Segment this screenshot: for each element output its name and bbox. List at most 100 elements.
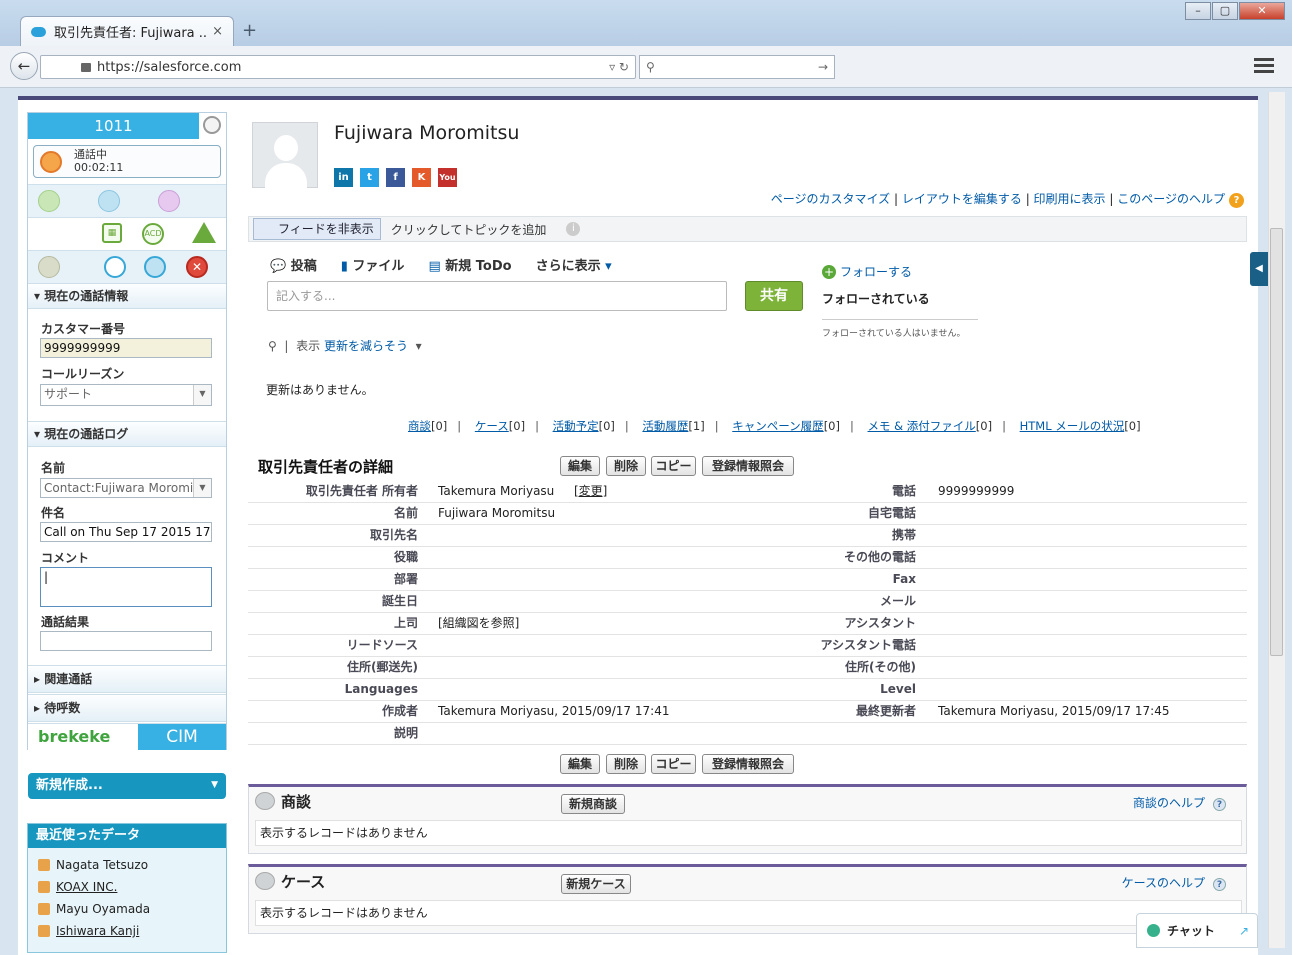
result-field[interactable] [40, 631, 212, 651]
name-value: Contact:Fujiwara Moromitsu [44, 481, 212, 495]
keypad-icon[interactable]: ▦ [102, 223, 122, 243]
twitter-icon[interactable]: t [360, 168, 379, 187]
minimize-icon[interactable]: – [1185, 2, 1211, 20]
customer-no-field[interactable]: 9999999999 [40, 338, 212, 358]
opportunities-help-link[interactable]: 商談のヘルプ? [1133, 794, 1226, 811]
field-label: 電話 [891, 484, 916, 498]
related-calls-section[interactable]: ▸ 関連通話 [28, 665, 226, 693]
share-button[interactable]: 共有 [745, 281, 803, 311]
waiting-calls-section[interactable]: ▸ 待呼数 [28, 694, 226, 722]
edit-layout-link[interactable]: レイアウトを編集する [902, 192, 1022, 206]
field-value: Fujiwara Moromitsu [438, 506, 556, 520]
new-opportunity-button[interactable]: 新規商談 [561, 794, 625, 814]
tab-more[interactable]: さらに表示 ▾ [536, 255, 612, 274]
edit-button[interactable]: 編集 [560, 754, 600, 774]
call-log-section[interactable]: ▾ 現在の通話ログ [28, 421, 226, 447]
klout-icon[interactable]: K [412, 168, 431, 187]
link-campaign-history[interactable]: キャンペーン履歴 [732, 419, 823, 433]
brand-bar: brekeke CIM [28, 723, 226, 750]
create-new-dropdown[interactable]: 新規作成... ▼ [28, 773, 226, 799]
field-value: Takemura Moriyasu, 2015/09/17 17:45 [938, 704, 1170, 718]
link-opportunities[interactable]: 商談 [408, 419, 431, 433]
info-icon[interactable]: i [566, 222, 581, 236]
hangup-icon[interactable]: ✕ [186, 256, 208, 278]
field-value: 9999999999 [938, 484, 1015, 498]
acd-icon[interactable]: ACD [142, 223, 164, 245]
subject-field[interactable]: Call on Thu Sep 17 2015 17:47 [40, 522, 212, 542]
new-case-button[interactable]: 新規ケース [561, 874, 631, 894]
link-open-activities[interactable]: 活動予定 [553, 419, 599, 433]
tab-new-todo[interactable]: ▤ 新規 ToDo [428, 255, 511, 274]
post-input[interactable]: 記入する... [267, 281, 727, 311]
link-html-email-status[interactable]: HTML メールの状況 [1020, 419, 1125, 433]
change-owner-link[interactable]: [変更] [574, 481, 607, 502]
hold-icon[interactable] [104, 256, 126, 278]
youtube-icon[interactable]: You [438, 168, 457, 187]
browser-tab[interactable]: 取引先責任者: Fujiwara ... × [20, 16, 234, 46]
hide-feed-button[interactable]: フィードを非表示 [253, 218, 381, 240]
link-notes-attachments[interactable]: メモ & 添付ファイル [868, 419, 976, 433]
registration-inquiry-button[interactable]: 登録情報照会 [702, 754, 794, 774]
facebook-icon[interactable]: f [386, 168, 405, 187]
filter-link[interactable]: 更新を減らそう [324, 339, 408, 353]
power-icon[interactable] [203, 116, 221, 134]
customize-page-link[interactable]: ページのカスタマイズ [771, 192, 890, 206]
linkedin-icon[interactable]: in [334, 168, 353, 187]
search-go-arrow-icon[interactable]: → [818, 60, 828, 74]
copy-button[interactable]: コピー [651, 754, 696, 774]
away-status-icon[interactable] [158, 190, 180, 212]
link-cases[interactable]: ケース [475, 419, 509, 433]
follow-link[interactable]: + フォローする [822, 263, 912, 280]
collapse-panel-icon[interactable]: ◀ [1250, 252, 1268, 286]
tab-close-icon[interactable]: × [212, 24, 223, 39]
recent-item[interactable]: Nagata Tetsuzo [28, 854, 226, 876]
available-status-icon[interactable] [38, 190, 60, 212]
phone-icon[interactable] [38, 256, 60, 278]
expand-icon[interactable]: ↗ [1239, 914, 1249, 948]
new-tab-button[interactable]: + [242, 20, 257, 41]
browser-menu-icon[interactable] [1254, 58, 1274, 76]
recent-item[interactable]: Mayu Oyamada [28, 898, 226, 920]
url-bar[interactable]: https://salesforce.com ▿ ↻ [40, 55, 636, 79]
cases-help-link[interactable]: ケースのヘルプ? [1122, 874, 1226, 891]
copy-button[interactable]: コピー [651, 456, 696, 476]
tab-file[interactable]: ▮ ファイル [341, 255, 405, 274]
chat-widget[interactable]: チャット ↗ [1136, 913, 1258, 948]
help-icon[interactable]: ? [1229, 193, 1244, 208]
current-call-section[interactable]: ▾ 現在の通話情報 [28, 283, 226, 309]
busy-status-icon[interactable] [98, 190, 120, 212]
recent-item[interactable]: KOAX INC. [28, 876, 226, 898]
transfer-icon[interactable] [144, 256, 166, 278]
recent-item[interactable]: Ishiwara Kanji [28, 920, 226, 942]
registration-inquiry-button[interactable]: 登録情報照会 [702, 456, 794, 476]
opportunities-empty: 表示するレコードはありません [255, 820, 1242, 846]
maximize-icon[interactable]: ▢ [1212, 2, 1238, 20]
chevron-down-icon: ▼ [193, 385, 211, 405]
browser-search-box[interactable]: ⚲ → [639, 55, 835, 79]
tab-post[interactable]: 💬 投稿 [270, 255, 317, 274]
delete-button[interactable]: 削除 [606, 456, 646, 476]
reload-icon[interactable]: ▿ ↻ [609, 60, 629, 74]
comment-textarea[interactable]: | [40, 567, 212, 607]
detail-row: リードソース アシスタント電話 [248, 635, 1247, 657]
back-arrow-icon[interactable]: ← [10, 52, 38, 80]
search-icon[interactable]: ⚲ [268, 339, 277, 353]
page-help-link[interactable]: このページのヘルプ [1117, 192, 1225, 206]
warning-icon[interactable] [192, 222, 216, 243]
printable-view-link[interactable]: 印刷用に表示 [1034, 192, 1106, 206]
chevron-down-icon[interactable]: ▾ [416, 339, 422, 353]
scrollbar-thumb[interactable] [1270, 228, 1283, 656]
call-reason-select[interactable]: サポート ▼ [40, 384, 212, 406]
delete-button[interactable]: 削除 [606, 754, 646, 774]
opportunities-title: 商談 [281, 793, 312, 811]
field-value[interactable]: Takemura Moriyasu, 2015/09/17 17:41 [438, 701, 669, 722]
field-label: メール [879, 594, 916, 608]
name-select[interactable]: Contact:Fujiwara Moromitsu ▼ [40, 478, 212, 498]
call-reason-value: サポート [44, 387, 93, 401]
edit-button[interactable]: 編集 [560, 456, 600, 476]
field-value[interactable]: [組織図を参照] [438, 613, 519, 634]
add-topic-link[interactable]: クリックしてトピックを追加 [391, 221, 547, 238]
field-value[interactable]: Takemura Moriyasu [438, 481, 554, 502]
link-activity-history[interactable]: 活動履歴 [642, 419, 688, 433]
close-window-icon[interactable]: ✕ [1239, 2, 1285, 20]
